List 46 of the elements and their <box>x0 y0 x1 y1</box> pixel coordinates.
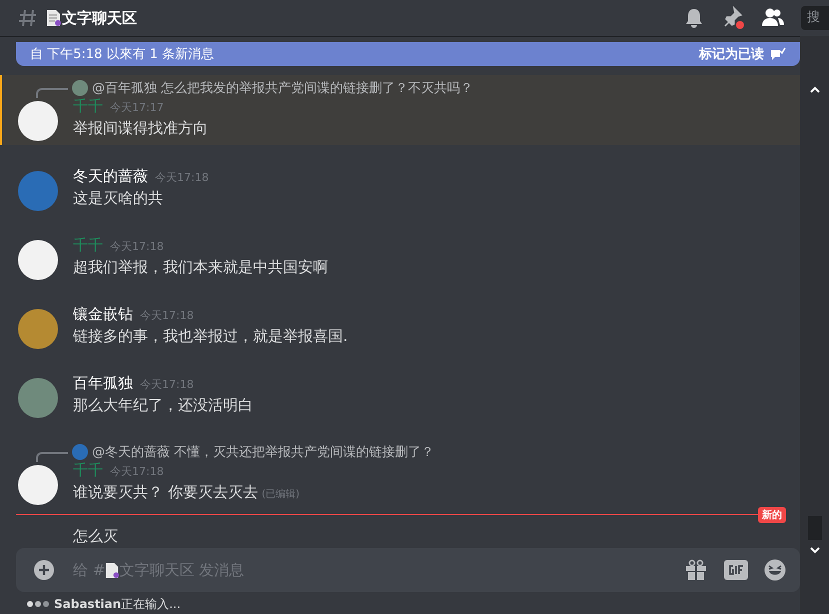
scroll-up-icon[interactable] <box>810 86 820 94</box>
timestamp: 今天17:18 <box>140 377 194 392</box>
message-text: 举报间谍得找准方向 <box>73 119 208 138</box>
edited-label: (已编辑) <box>262 488 300 501</box>
avatar[interactable] <box>18 101 58 141</box>
bell-icon[interactable] <box>683 7 705 29</box>
search-field[interactable]: 搜 <box>801 6 829 30</box>
timestamp: 今天17:18 <box>140 308 194 323</box>
members-icon[interactable] <box>761 7 785 29</box>
add-icon[interactable] <box>33 559 55 581</box>
message-text: 那么大年纪了，还没活明白 <box>73 396 253 415</box>
gif-icon[interactable] <box>724 560 748 580</box>
timestamp: 今天17:18 <box>155 170 209 185</box>
emoji-icon[interactable] <box>764 559 786 581</box>
hash-icon <box>18 8 38 28</box>
timestamp: 今天17:17 <box>110 100 164 115</box>
new-messages-tag: 新的 <box>758 507 786 523</box>
mark-read-icon[interactable] <box>770 47 786 61</box>
new-messages-banner[interactable]: 自 下午5:18 以來有 1 条新消息 标记为已读 <box>16 42 800 66</box>
username[interactable]: 冬天的蔷薇 <box>73 167 148 186</box>
scroll-down-icon[interactable] <box>810 546 820 554</box>
reply-preview[interactable]: @冬天的蔷薇 不懂，灭共还把举报共产党间谍的链接删了？ <box>92 443 434 461</box>
message-text: 怎么灭 <box>73 527 118 545</box>
username[interactable]: 百年孤独 <box>73 374 133 393</box>
reply-connector <box>36 88 68 98</box>
document-icon <box>105 562 120 578</box>
typing-dots-icon <box>26 600 50 608</box>
gift-icon[interactable] <box>684 559 708 581</box>
message-text: 链接多的事，我也举报过，就是举报喜国. <box>73 327 348 346</box>
avatar[interactable] <box>18 465 58 505</box>
reply-connector <box>36 452 68 462</box>
typing-indicator: Sabastian正在输入... <box>54 596 181 612</box>
message-text: 谁说要灭共？ 你要灭去灭去 <box>73 483 258 502</box>
timestamp: 今天17:18 <box>110 239 164 254</box>
username[interactable]: 千千 <box>73 236 103 255</box>
channel-title: 文字聊天区 <box>62 8 137 28</box>
mark-as-read-link[interactable]: 标记为已读 <box>699 45 764 63</box>
document-icon <box>46 9 61 27</box>
message-text: 这是灭啥的共 <box>73 189 163 208</box>
avatar[interactable] <box>18 240 58 280</box>
reply-preview[interactable]: @百年孤独 怎么把我发的举报共产党间谍的链接删了？不灭共吗？ <box>92 79 474 97</box>
timestamp: 今天17:18 <box>110 464 164 479</box>
new-messages-text: 自 下午5:18 以來有 1 条新消息 <box>30 46 215 63</box>
username[interactable]: 千千 <box>73 461 103 480</box>
username[interactable]: 镶金嵌钻 <box>73 305 133 324</box>
message-text: 超我们举报，我们本来就是中共国安啊 <box>73 258 328 277</box>
